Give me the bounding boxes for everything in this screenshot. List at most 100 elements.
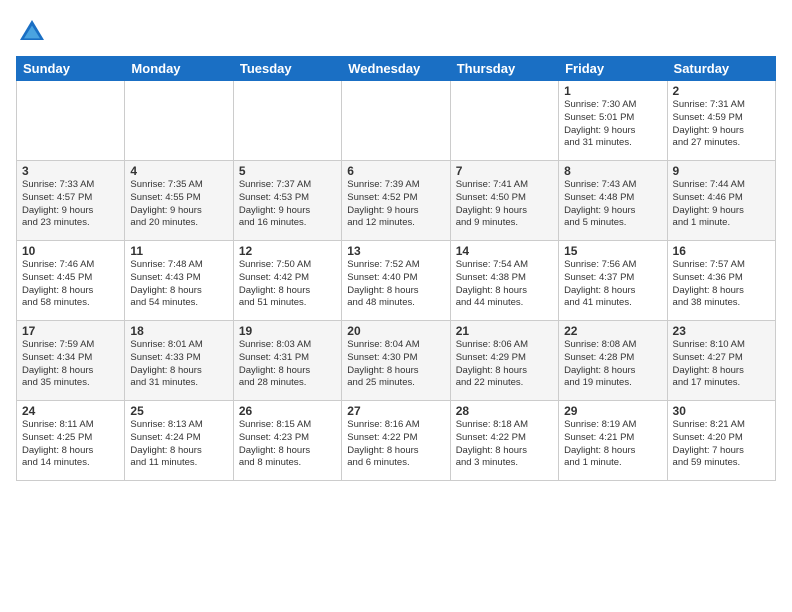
day-number: 2 [673, 84, 770, 98]
calendar-cell: 26Sunrise: 8:15 AM Sunset: 4:23 PM Dayli… [233, 401, 341, 481]
calendar-cell: 10Sunrise: 7:46 AM Sunset: 4:45 PM Dayli… [17, 241, 125, 321]
day-number: 27 [347, 404, 444, 418]
calendar-cell: 14Sunrise: 7:54 AM Sunset: 4:38 PM Dayli… [450, 241, 558, 321]
header-section [16, 12, 776, 48]
calendar-cell: 28Sunrise: 8:18 AM Sunset: 4:22 PM Dayli… [450, 401, 558, 481]
calendar-cell [233, 81, 341, 161]
week-row-1: 3Sunrise: 7:33 AM Sunset: 4:57 PM Daylig… [17, 161, 776, 241]
calendar-cell: 23Sunrise: 8:10 AM Sunset: 4:27 PM Dayli… [667, 321, 775, 401]
calendar-table: SundayMondayTuesdayWednesdayThursdayFrid… [16, 56, 776, 481]
week-row-4: 24Sunrise: 8:11 AM Sunset: 4:25 PM Dayli… [17, 401, 776, 481]
day-number: 6 [347, 164, 444, 178]
weekday-header-thursday: Thursday [450, 57, 558, 81]
day-number: 22 [564, 324, 661, 338]
day-number: 30 [673, 404, 770, 418]
day-info: Sunrise: 8:15 AM Sunset: 4:23 PM Dayligh… [239, 419, 336, 470]
day-info: Sunrise: 8:13 AM Sunset: 4:24 PM Dayligh… [130, 419, 227, 470]
day-info: Sunrise: 7:41 AM Sunset: 4:50 PM Dayligh… [456, 179, 553, 230]
logo [16, 16, 52, 48]
day-number: 16 [673, 244, 770, 258]
day-info: Sunrise: 8:19 AM Sunset: 4:21 PM Dayligh… [564, 419, 661, 470]
day-number: 29 [564, 404, 661, 418]
day-info: Sunrise: 8:18 AM Sunset: 4:22 PM Dayligh… [456, 419, 553, 470]
day-number: 23 [673, 324, 770, 338]
calendar-cell: 22Sunrise: 8:08 AM Sunset: 4:28 PM Dayli… [559, 321, 667, 401]
day-number: 15 [564, 244, 661, 258]
logo-icon [16, 16, 48, 48]
calendar-cell: 30Sunrise: 8:21 AM Sunset: 4:20 PM Dayli… [667, 401, 775, 481]
day-info: Sunrise: 8:11 AM Sunset: 4:25 PM Dayligh… [22, 419, 119, 470]
day-info: Sunrise: 7:35 AM Sunset: 4:55 PM Dayligh… [130, 179, 227, 230]
calendar-cell: 4Sunrise: 7:35 AM Sunset: 4:55 PM Daylig… [125, 161, 233, 241]
weekday-header-row: SundayMondayTuesdayWednesdayThursdayFrid… [17, 57, 776, 81]
calendar-cell: 24Sunrise: 8:11 AM Sunset: 4:25 PM Dayli… [17, 401, 125, 481]
day-number: 9 [673, 164, 770, 178]
week-row-2: 10Sunrise: 7:46 AM Sunset: 4:45 PM Dayli… [17, 241, 776, 321]
day-number: 14 [456, 244, 553, 258]
calendar-cell: 20Sunrise: 8:04 AM Sunset: 4:30 PM Dayli… [342, 321, 450, 401]
calendar-cell: 9Sunrise: 7:44 AM Sunset: 4:46 PM Daylig… [667, 161, 775, 241]
day-info: Sunrise: 7:50 AM Sunset: 4:42 PM Dayligh… [239, 259, 336, 310]
day-info: Sunrise: 8:06 AM Sunset: 4:29 PM Dayligh… [456, 339, 553, 390]
calendar-cell: 13Sunrise: 7:52 AM Sunset: 4:40 PM Dayli… [342, 241, 450, 321]
calendar-cell: 11Sunrise: 7:48 AM Sunset: 4:43 PM Dayli… [125, 241, 233, 321]
day-number: 12 [239, 244, 336, 258]
calendar-cell: 3Sunrise: 7:33 AM Sunset: 4:57 PM Daylig… [17, 161, 125, 241]
weekday-header-tuesday: Tuesday [233, 57, 341, 81]
calendar-cell: 15Sunrise: 7:56 AM Sunset: 4:37 PM Dayli… [559, 241, 667, 321]
day-number: 25 [130, 404, 227, 418]
weekday-header-sunday: Sunday [17, 57, 125, 81]
day-info: Sunrise: 8:04 AM Sunset: 4:30 PM Dayligh… [347, 339, 444, 390]
day-number: 19 [239, 324, 336, 338]
day-info: Sunrise: 7:44 AM Sunset: 4:46 PM Dayligh… [673, 179, 770, 230]
day-number: 21 [456, 324, 553, 338]
calendar-cell: 18Sunrise: 8:01 AM Sunset: 4:33 PM Dayli… [125, 321, 233, 401]
calendar-cell: 27Sunrise: 8:16 AM Sunset: 4:22 PM Dayli… [342, 401, 450, 481]
day-info: Sunrise: 7:43 AM Sunset: 4:48 PM Dayligh… [564, 179, 661, 230]
weekday-header-monday: Monday [125, 57, 233, 81]
calendar-cell: 12Sunrise: 7:50 AM Sunset: 4:42 PM Dayli… [233, 241, 341, 321]
calendar-cell: 21Sunrise: 8:06 AM Sunset: 4:29 PM Dayli… [450, 321, 558, 401]
day-info: Sunrise: 7:57 AM Sunset: 4:36 PM Dayligh… [673, 259, 770, 310]
page: SundayMondayTuesdayWednesdayThursdayFrid… [0, 0, 792, 493]
day-number: 17 [22, 324, 119, 338]
day-number: 11 [130, 244, 227, 258]
day-number: 8 [564, 164, 661, 178]
day-info: Sunrise: 8:21 AM Sunset: 4:20 PM Dayligh… [673, 419, 770, 470]
week-row-0: 1Sunrise: 7:30 AM Sunset: 5:01 PM Daylig… [17, 81, 776, 161]
calendar-cell [450, 81, 558, 161]
day-number: 18 [130, 324, 227, 338]
calendar-cell: 8Sunrise: 7:43 AM Sunset: 4:48 PM Daylig… [559, 161, 667, 241]
day-number: 20 [347, 324, 444, 338]
calendar-cell [17, 81, 125, 161]
day-number: 4 [130, 164, 227, 178]
calendar-cell [125, 81, 233, 161]
calendar-cell: 2Sunrise: 7:31 AM Sunset: 4:59 PM Daylig… [667, 81, 775, 161]
day-number: 24 [22, 404, 119, 418]
day-info: Sunrise: 7:33 AM Sunset: 4:57 PM Dayligh… [22, 179, 119, 230]
day-info: Sunrise: 8:08 AM Sunset: 4:28 PM Dayligh… [564, 339, 661, 390]
day-info: Sunrise: 7:46 AM Sunset: 4:45 PM Dayligh… [22, 259, 119, 310]
weekday-header-wednesday: Wednesday [342, 57, 450, 81]
day-info: Sunrise: 7:59 AM Sunset: 4:34 PM Dayligh… [22, 339, 119, 390]
calendar-cell: 6Sunrise: 7:39 AM Sunset: 4:52 PM Daylig… [342, 161, 450, 241]
day-info: Sunrise: 7:39 AM Sunset: 4:52 PM Dayligh… [347, 179, 444, 230]
day-info: Sunrise: 7:30 AM Sunset: 5:01 PM Dayligh… [564, 99, 661, 150]
day-number: 7 [456, 164, 553, 178]
week-row-3: 17Sunrise: 7:59 AM Sunset: 4:34 PM Dayli… [17, 321, 776, 401]
day-info: Sunrise: 7:52 AM Sunset: 4:40 PM Dayligh… [347, 259, 444, 310]
day-number: 10 [22, 244, 119, 258]
day-number: 1 [564, 84, 661, 98]
calendar-cell: 1Sunrise: 7:30 AM Sunset: 5:01 PM Daylig… [559, 81, 667, 161]
calendar-cell: 5Sunrise: 7:37 AM Sunset: 4:53 PM Daylig… [233, 161, 341, 241]
day-info: Sunrise: 8:10 AM Sunset: 4:27 PM Dayligh… [673, 339, 770, 390]
calendar-cell: 25Sunrise: 8:13 AM Sunset: 4:24 PM Dayli… [125, 401, 233, 481]
day-number: 28 [456, 404, 553, 418]
day-number: 5 [239, 164, 336, 178]
day-info: Sunrise: 7:48 AM Sunset: 4:43 PM Dayligh… [130, 259, 227, 310]
weekday-header-saturday: Saturday [667, 57, 775, 81]
calendar-cell: 7Sunrise: 7:41 AM Sunset: 4:50 PM Daylig… [450, 161, 558, 241]
day-info: Sunrise: 7:54 AM Sunset: 4:38 PM Dayligh… [456, 259, 553, 310]
day-info: Sunrise: 7:37 AM Sunset: 4:53 PM Dayligh… [239, 179, 336, 230]
calendar-cell [342, 81, 450, 161]
